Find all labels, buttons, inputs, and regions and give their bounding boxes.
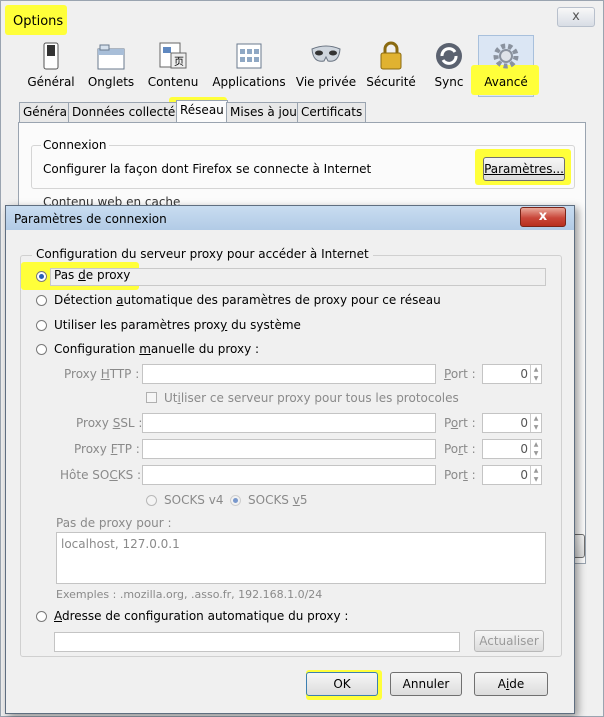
toolbar-vie-privee[interactable]: Vie privée xyxy=(294,35,358,95)
options-window: Options x Général Onglets 页 Contenu Appl… xyxy=(0,0,604,717)
toolbar-label: Sécurité xyxy=(366,75,416,89)
port-http-spinner[interactable]: 0 ▲ ▼ xyxy=(482,364,542,384)
no-proxy-for-textarea[interactable]: localhost, 127.0.0.1 xyxy=(56,532,546,584)
toolbar-securite[interactable]: Sécurité xyxy=(363,35,419,95)
connexion-description: Configurer la façon dont Firefox se conn… xyxy=(43,162,372,176)
label-auto-detect: Détection automatique des paramètres de … xyxy=(54,293,441,307)
spinner-arrows-icon[interactable]: ▲ ▼ xyxy=(530,414,541,432)
label-proxy-ssl: Proxy SSL : xyxy=(76,416,143,430)
label-no-proxy-for: Pas de proxy pour : xyxy=(56,516,172,530)
toolbar-label: Vie privée xyxy=(295,75,357,89)
radio-socks-v5[interactable] xyxy=(230,495,241,506)
toolbar-onglets[interactable]: Onglets xyxy=(83,35,139,95)
toolbar-label: Onglets xyxy=(87,75,135,89)
toolbar-label: Avancé xyxy=(484,75,528,89)
spinner-arrows-icon[interactable]: ▲ ▼ xyxy=(530,440,541,458)
parametres-button-label: Paramètres... xyxy=(484,162,564,176)
toolbar-contenu[interactable]: 页 Contenu xyxy=(143,35,203,95)
general-switch-icon xyxy=(40,41,62,74)
dialog-close-button[interactable]: x xyxy=(520,207,566,227)
toolbar-label: Applications xyxy=(212,75,286,89)
parametres-button[interactable]: Paramètres... xyxy=(483,157,565,181)
radio-pac-url[interactable] xyxy=(36,611,47,622)
label-socks-host: Hôte SOCKS : xyxy=(60,468,142,482)
ok-button[interactable]: OK xyxy=(306,672,378,696)
dialog-title: Paramètres de connexion xyxy=(14,212,167,226)
toolbar-general[interactable]: Général xyxy=(23,35,79,95)
pac-url-input[interactable] xyxy=(54,632,460,652)
spinner-arrows-icon[interactable]: ▲ ▼ xyxy=(530,365,541,383)
connection-settings-dialog: Paramètres de connexion x Configuration … xyxy=(5,205,575,714)
label-proxy-http: Proxy HTTP : xyxy=(64,367,140,381)
same-proxy-checkbox[interactable] xyxy=(146,392,157,403)
radio-no-proxy[interactable] xyxy=(36,271,47,282)
options-title-highlight: Options xyxy=(5,5,67,35)
port-ssl-spinner[interactable]: 0 ▲ ▼ xyxy=(482,413,542,433)
options-close-button[interactable]: x xyxy=(557,7,595,27)
label-same-proxy: Utiliser ce serveur proxy pour tous les … xyxy=(164,391,459,405)
tabs-window-icon xyxy=(96,41,126,74)
toolbar-avance[interactable]: Avancé xyxy=(478,35,534,95)
label-port-socks: Port : xyxy=(444,468,476,482)
connexion-legend: Connexion xyxy=(41,138,109,152)
spinner-arrows-icon[interactable]: ▲ ▼ xyxy=(530,466,541,484)
label-proxy-ftp: Proxy FTP : xyxy=(74,442,140,456)
label-port-ftp: Port : xyxy=(444,442,476,456)
content-page-icon: 页 xyxy=(157,41,189,74)
label-no-proxy: Pas de proxy xyxy=(54,268,131,282)
proxy-ssl-input[interactable] xyxy=(142,413,436,433)
toolbar-label: Contenu xyxy=(147,75,199,89)
security-lock-icon xyxy=(378,41,404,74)
tab-donnees-collectees[interactable]: Données collectées xyxy=(68,102,193,123)
radio-manual-proxy[interactable] xyxy=(36,344,47,355)
proxy-http-input[interactable] xyxy=(142,364,436,384)
applications-icon xyxy=(234,41,264,74)
port-socks-spinner[interactable]: 0 ▲ ▼ xyxy=(482,465,542,485)
radio-system-proxy[interactable] xyxy=(36,320,47,331)
svg-text:页: 页 xyxy=(174,56,184,68)
toolbar-label: Général xyxy=(27,75,75,89)
port-ftp-spinner[interactable]: 0 ▲ ▼ xyxy=(482,439,542,459)
socks-host-input[interactable] xyxy=(142,465,436,485)
radio-socks-v4[interactable] xyxy=(146,495,157,506)
reload-button[interactable]: Actualiser xyxy=(474,630,544,652)
toolbar-sync[interactable]: Sync xyxy=(423,35,475,95)
label-socks-v5: SOCKS v5 xyxy=(248,493,308,507)
tab-certificats[interactable]: Certificats xyxy=(297,102,367,123)
label-pac-url: Adresse de configuration automatique du … xyxy=(54,609,349,623)
tab-general[interactable]: Général xyxy=(19,102,75,123)
options-title: Options xyxy=(13,14,64,29)
toolbar-applications[interactable]: Applications xyxy=(209,35,289,95)
radio-auto-detect[interactable] xyxy=(36,295,47,306)
cancel-button[interactable]: Annuler xyxy=(390,672,462,696)
help-button[interactable]: Aide xyxy=(474,672,548,696)
tab-mises-a-jour[interactable]: Mises à jour xyxy=(226,102,306,123)
no-proxy-for-value: localhost, 127.0.0.1 xyxy=(61,537,180,551)
proxy-ftp-input[interactable] xyxy=(142,439,436,459)
advanced-gear-icon xyxy=(491,41,521,74)
label-system-proxy: Utiliser les paramètres proxy du système xyxy=(54,318,301,332)
label-manual-proxy: Configuration manuelle du proxy : xyxy=(54,342,260,356)
proxy-group-legend: Configuration du serveur proxy pour accé… xyxy=(32,247,373,261)
tab-reseau[interactable]: Réseau xyxy=(176,100,228,124)
toolbar-label: Sync xyxy=(434,75,464,89)
sync-icon xyxy=(434,41,464,74)
label-port-ssl: Port : xyxy=(444,416,476,430)
privacy-mask-icon xyxy=(309,41,343,74)
label-port-http: Port : xyxy=(444,367,476,381)
examples-text: Exemples : .mozilla.org, .asso.fr, 192.1… xyxy=(56,588,323,601)
label-socks-v4: SOCKS v4 xyxy=(164,493,224,507)
